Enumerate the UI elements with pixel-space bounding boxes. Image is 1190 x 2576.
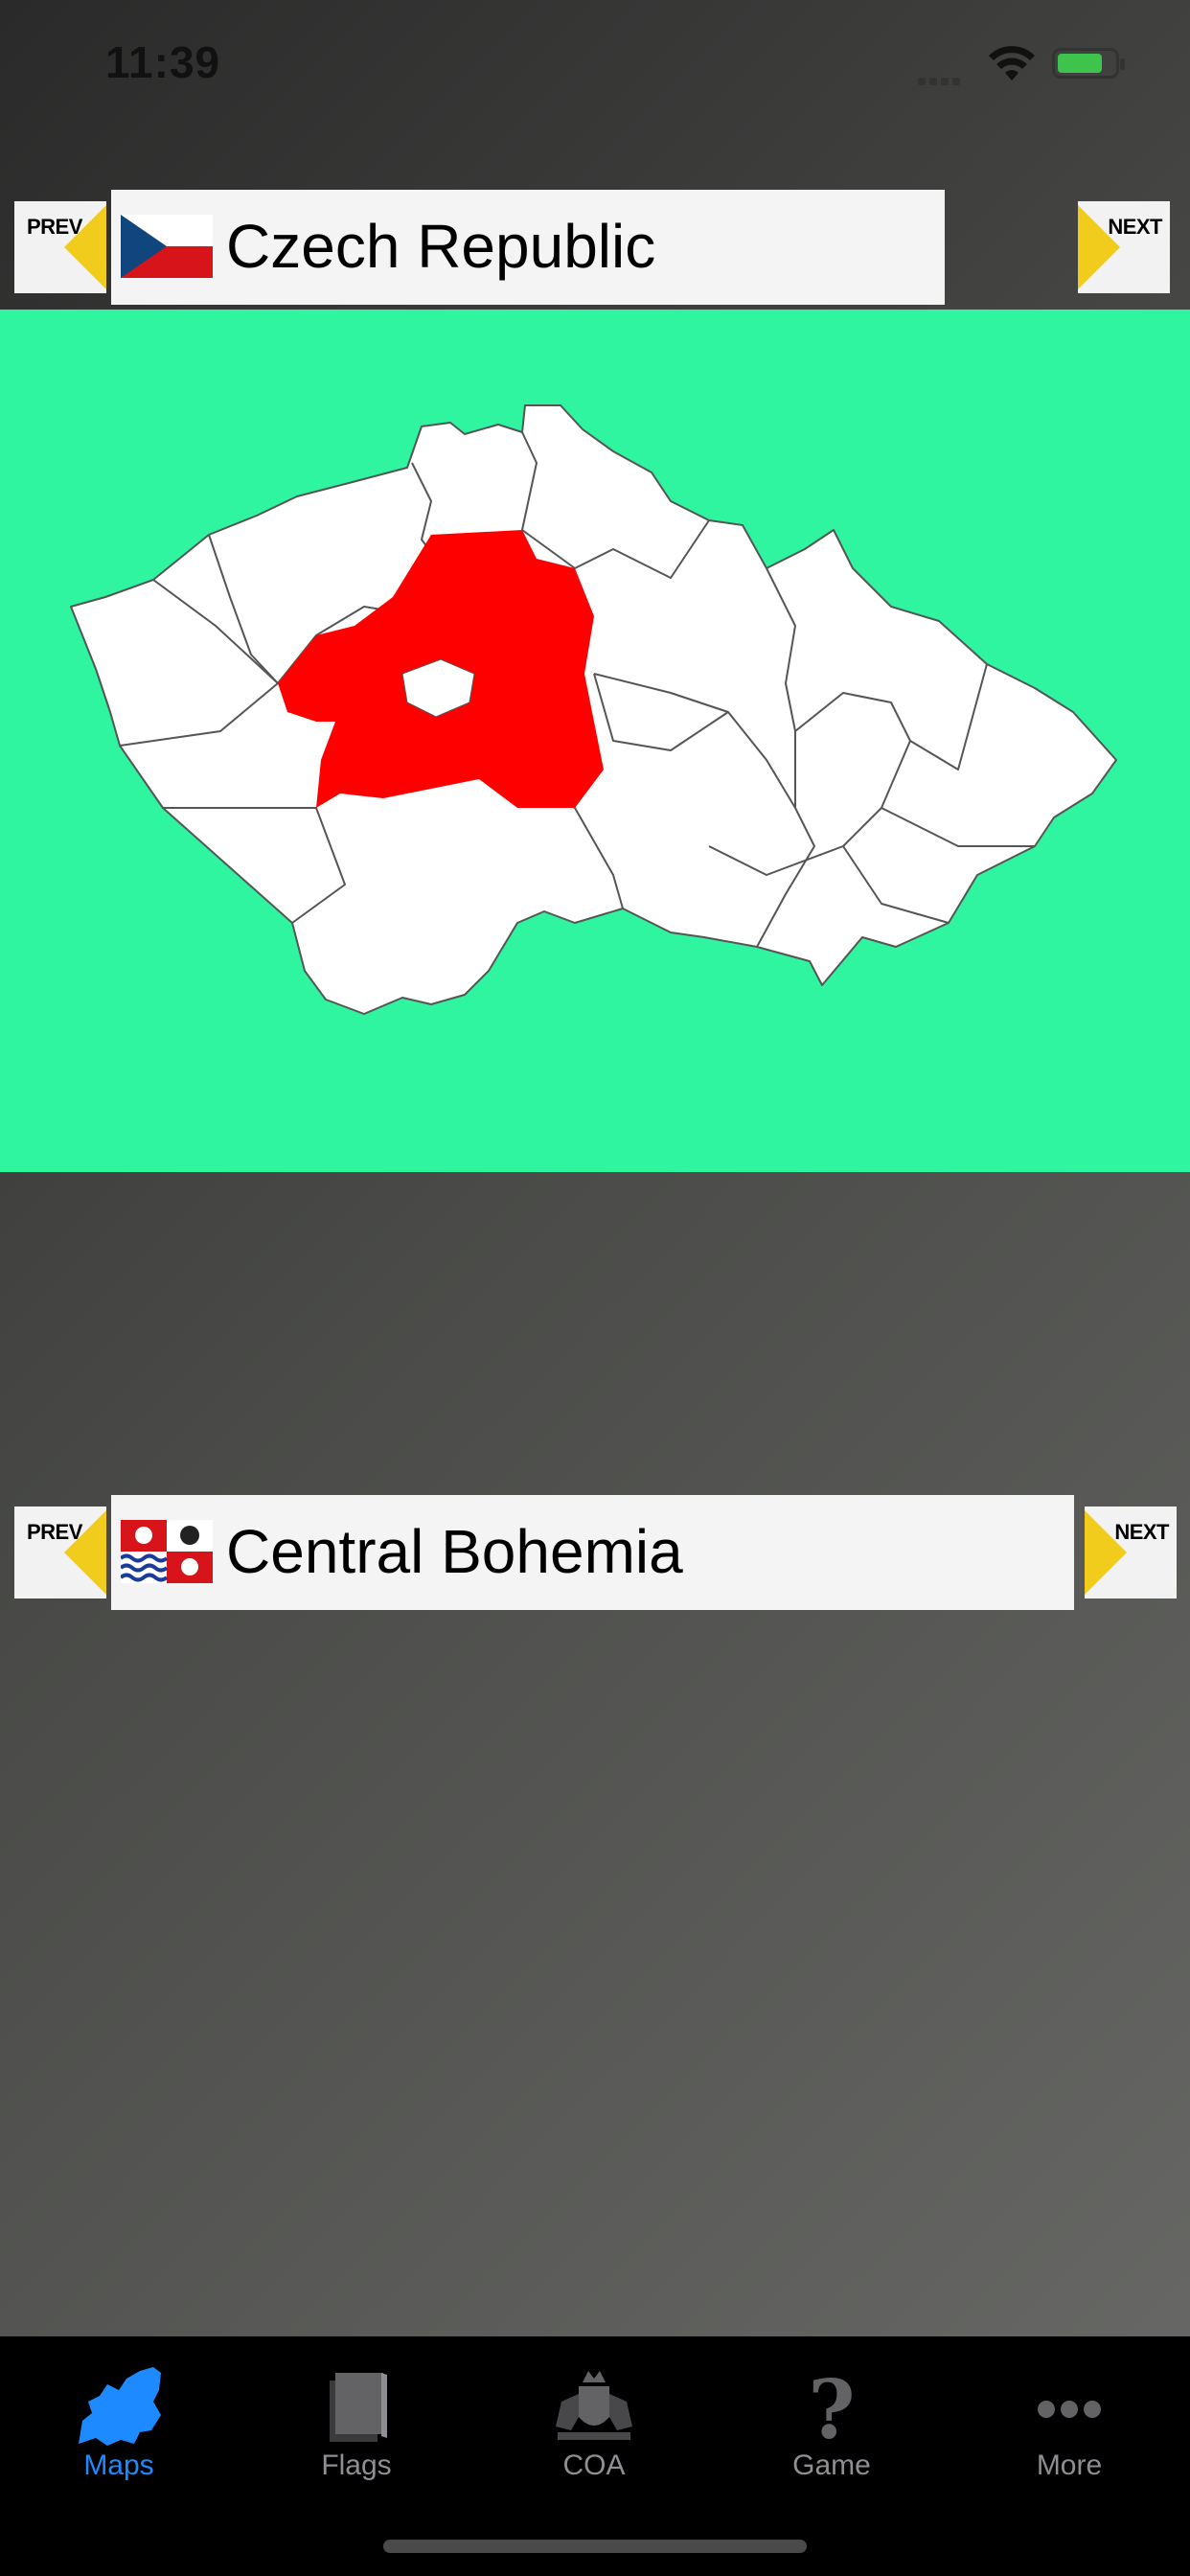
country-prev-button[interactable]: PREV — [14, 201, 106, 293]
tab-label: More — [1036, 2450, 1103, 2481]
prev-label: PREV — [27, 1520, 82, 1544]
region-title-bar: Central Bohemia — [111, 1495, 1074, 1610]
europe-map-icon — [79, 2367, 161, 2446]
status-time: 11:39 — [105, 37, 221, 87]
tab-coa[interactable]: COA — [475, 2354, 713, 2507]
svg-text:?: ? — [808, 2363, 855, 2450]
central-bohemia-flag-icon — [121, 1520, 213, 1583]
next-label: NEXT — [1114, 1520, 1169, 1544]
tab-label: Flags — [321, 2450, 392, 2481]
tab-flags[interactable]: Flags — [238, 2354, 475, 2507]
flags-book-icon — [330, 2373, 387, 2442]
prev-label: PREV — [27, 215, 82, 239]
region-next-button[interactable]: NEXT — [1085, 1506, 1177, 1598]
question-icon: ? — [808, 2363, 855, 2450]
tab-label: COA — [562, 2450, 626, 2481]
tab-maps[interactable]: Maps — [0, 2354, 238, 2507]
tab-more[interactable]: More — [950, 2354, 1188, 2507]
cellular-signal-icon — [918, 73, 964, 90]
region-prev-button[interactable]: PREV — [14, 1506, 106, 1598]
czech-regions-map[interactable] — [0, 310, 1190, 1172]
home-indicator — [383, 2540, 807, 2553]
wifi-icon — [989, 46, 1035, 80]
country-name: Czech Republic — [226, 212, 656, 281]
region-name: Central Bohemia — [226, 1517, 683, 1586]
next-label: NEXT — [1108, 215, 1162, 239]
map-panel[interactable] — [0, 310, 1190, 1172]
country-outline — [70, 404, 1117, 1015]
tab-game[interactable]: ? Game — [713, 2354, 950, 2507]
tab-label: Maps — [83, 2450, 154, 2481]
tab-label: Game — [792, 2450, 871, 2481]
battery-icon — [1052, 48, 1125, 79]
status-bar: 11:39 — [0, 0, 1190, 134]
country-title-bar: Czech Republic — [111, 190, 945, 305]
more-dots-icon — [1038, 2401, 1101, 2418]
country-next-button[interactable]: NEXT — [1078, 201, 1170, 293]
czech-flag-icon — [121, 215, 213, 278]
coat-of-arms-icon — [556, 2371, 632, 2440]
